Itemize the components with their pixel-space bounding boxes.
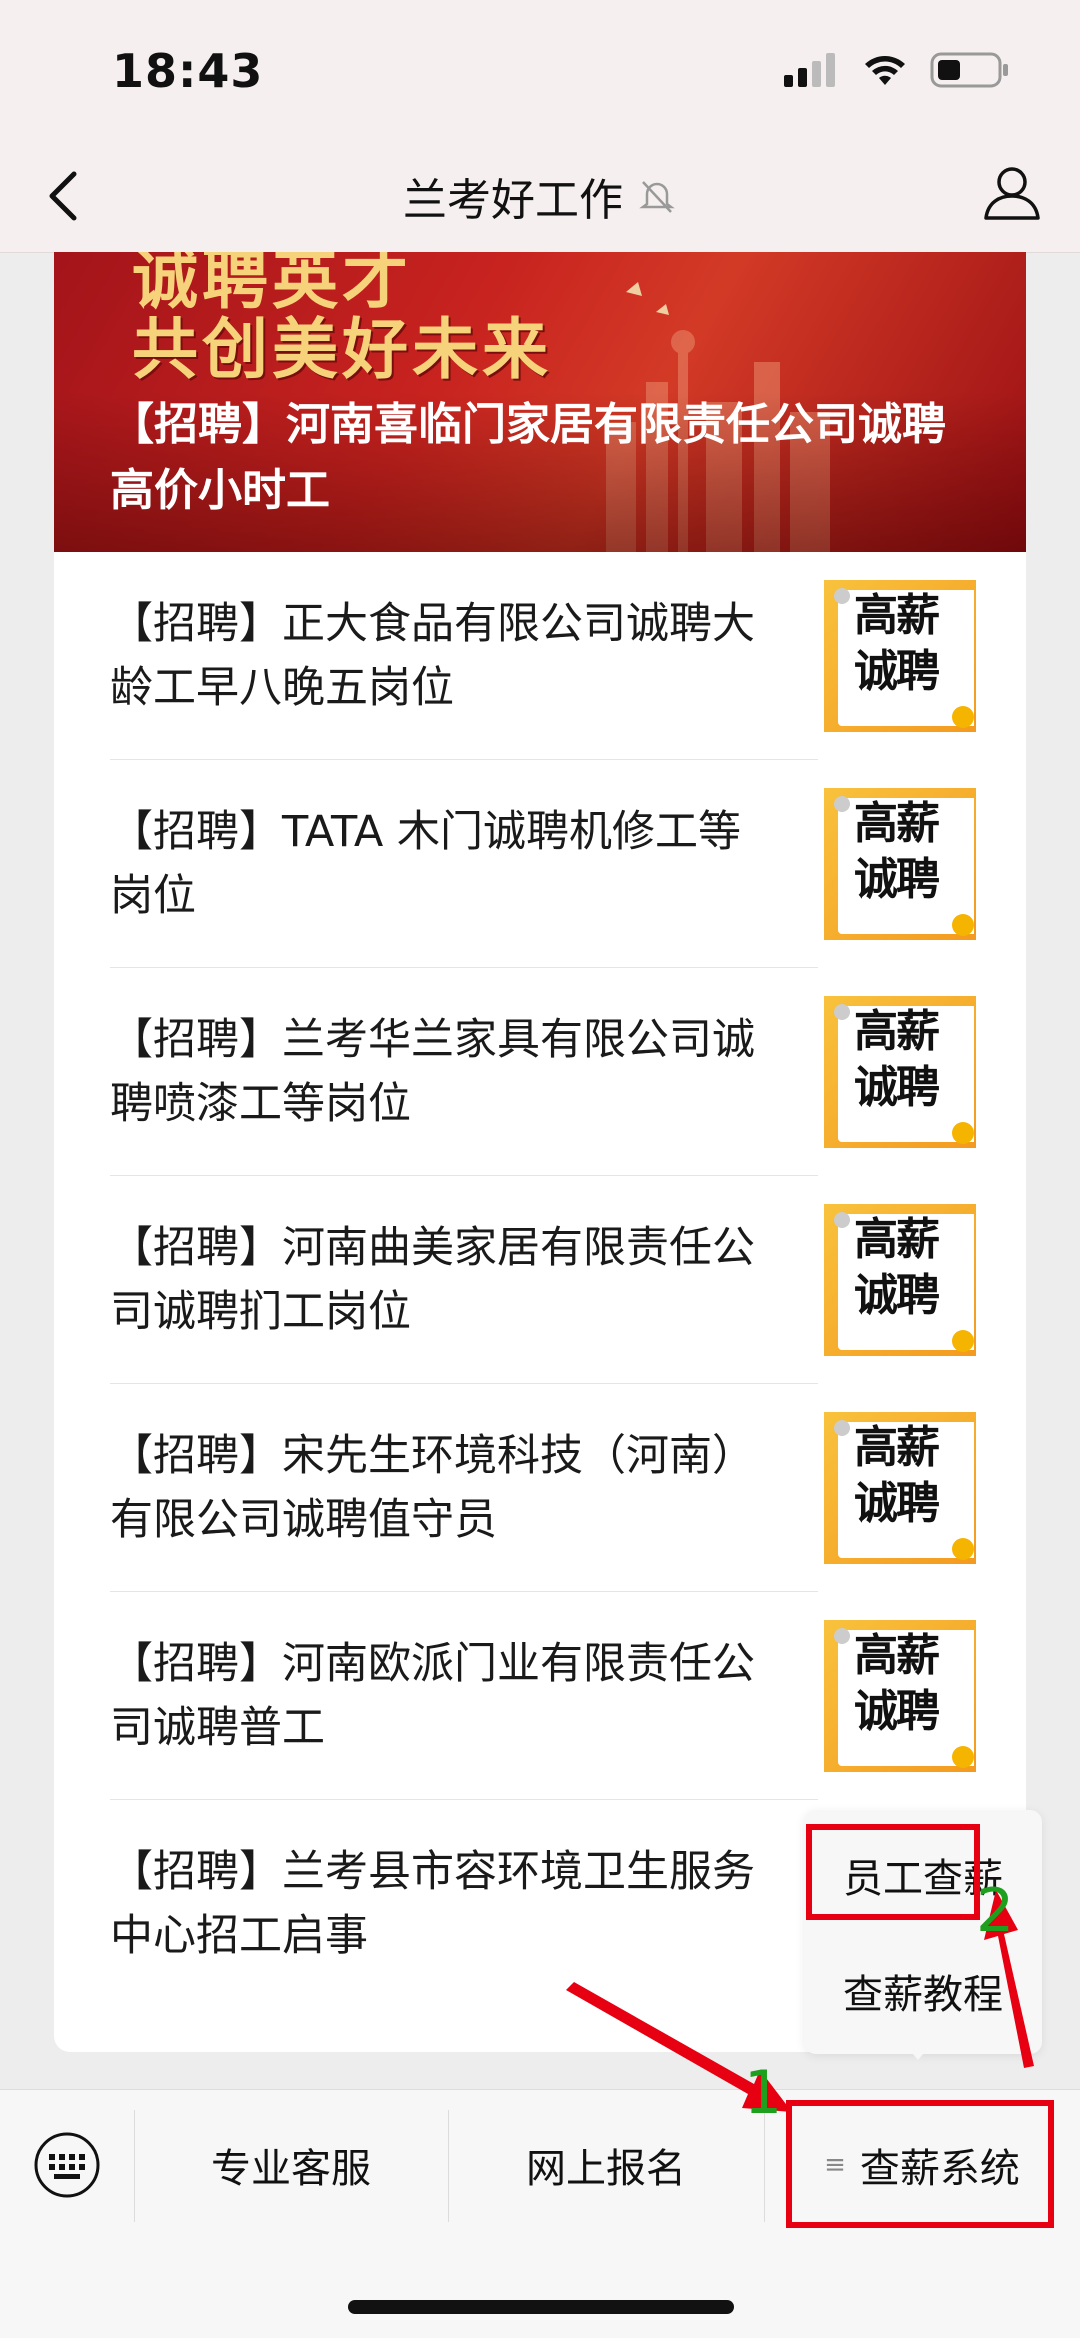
status-icons (784, 52, 1010, 88)
banner-slogan: 共创美好未来 (132, 311, 552, 388)
flower-icon (952, 1746, 974, 1768)
article-thumbnail: 高薪诚聘 (824, 788, 976, 940)
article-thumbnail: 高薪诚聘 (824, 1204, 976, 1356)
wifi-icon (865, 56, 905, 85)
home-indicator (348, 2300, 734, 2314)
battery-icon (930, 52, 1008, 88)
article-list-card: 诚聘英才 共创美好未来 【招聘】河南喜临门家居有限责任公司诚聘高价小时工 【招聘… (54, 252, 1026, 2052)
highlight-box-salary-system (786, 2100, 1054, 2228)
article-item[interactable]: 【招聘】TATA 木门诚聘机修工等岗位 高薪诚聘 (110, 760, 976, 968)
article-title: 【招聘】河南曲美家居有限责任公司诚聘扪工岗位 (110, 1223, 755, 1337)
thumb-text: 高薪诚聘 (854, 1422, 940, 1529)
pin-icon (834, 1212, 850, 1228)
article-item[interactable]: 【招聘】宋先生环境科技（河南）有限公司诚聘值守员 高薪诚聘 (110, 1384, 976, 1592)
step-2-label: 2 (976, 1876, 1015, 1946)
flower-icon (952, 914, 974, 936)
tab-customer-service[interactable]: 专业客服 (134, 2100, 448, 2230)
article-thumbnail: 高薪诚聘 (824, 580, 976, 732)
article-item[interactable]: 【招聘】河南曲美家居有限责任公司诚聘扪工岗位 高薪诚聘 (110, 1176, 976, 1384)
article-item[interactable]: 【招聘】河南欧派门业有限责任公司诚聘普工 高薪诚聘 (110, 1592, 976, 1800)
pin-icon (834, 1004, 850, 1020)
page-title-text: 兰考好工作 (403, 175, 623, 226)
article-title: 【招聘】正大食品有限公司诚聘大龄工早八晚五岗位 (110, 599, 755, 713)
banner-title: 【招聘】河南喜临门家居有限责任公司诚聘高价小时工 (110, 399, 946, 516)
article-title: 【招聘】TATA 木门诚聘机修工等岗位 (110, 807, 742, 921)
thumb-text: 高薪诚聘 (854, 1630, 940, 1737)
user-icon[interactable] (980, 160, 1044, 224)
article-item[interactable]: 【招聘】兰考华兰家具有限公司诚聘喷漆工等岗位 高薪诚聘 (110, 968, 976, 1176)
flower-icon (952, 1330, 974, 1352)
highlight-box-salary-query (806, 1824, 980, 1920)
nav-bar: 兰考好工作 (0, 140, 1080, 253)
article-title: 【招聘】兰考华兰家具有限公司诚聘喷漆工等岗位 (110, 1015, 755, 1129)
signal-icon (784, 53, 835, 87)
keyboard-icon[interactable] (32, 2130, 102, 2200)
pin-icon (834, 588, 850, 604)
thumb-text: 高薪诚聘 (854, 1214, 940, 1321)
thumb-text: 高薪诚聘 (854, 1006, 940, 1113)
article-thumbnail: 高薪诚聘 (824, 996, 976, 1148)
thumb-text: 高薪诚聘 (854, 798, 940, 905)
tab-online-signup[interactable]: 网上报名 (448, 2100, 764, 2230)
pin-icon (834, 796, 850, 812)
article-thumbnail: 高薪诚聘 (824, 1620, 976, 1772)
flower-icon (952, 706, 974, 728)
article-title: 【招聘】宋先生环境科技（河南）有限公司诚聘值守员 (110, 1431, 755, 1545)
article-title: 【招聘】兰考县市容环境卫生服务中心招工启事 (110, 1847, 755, 1961)
status-time: 18:43 (112, 44, 264, 98)
popup-arrow (906, 2046, 930, 2060)
flower-icon (952, 1122, 974, 1144)
article-thumbnail: 高薪诚聘 (824, 1412, 976, 1564)
menu-item-salary-tutorial[interactable]: 查薪教程 (804, 1962, 1042, 2020)
thumb-text: 高薪诚聘 (854, 590, 940, 697)
pin-icon (834, 1628, 850, 1644)
mute-bell-icon (639, 181, 675, 213)
pin-icon (834, 1420, 850, 1436)
status-bar: 18:43 (0, 0, 1080, 140)
article-item[interactable]: 【招聘】正大食品有限公司诚聘大龄工早八晚五岗位 高薪诚聘 (110, 552, 976, 760)
featured-article-banner[interactable]: 诚聘英才 共创美好未来 【招聘】河南喜临门家居有限责任公司诚聘高价小时工 (54, 252, 1026, 552)
step-1-label: 1 (744, 2058, 783, 2128)
article-title: 【招聘】河南欧派门业有限责任公司诚聘普工 (110, 1639, 755, 1753)
page-title: 兰考好工作 (0, 164, 1080, 228)
flower-icon (952, 1538, 974, 1560)
